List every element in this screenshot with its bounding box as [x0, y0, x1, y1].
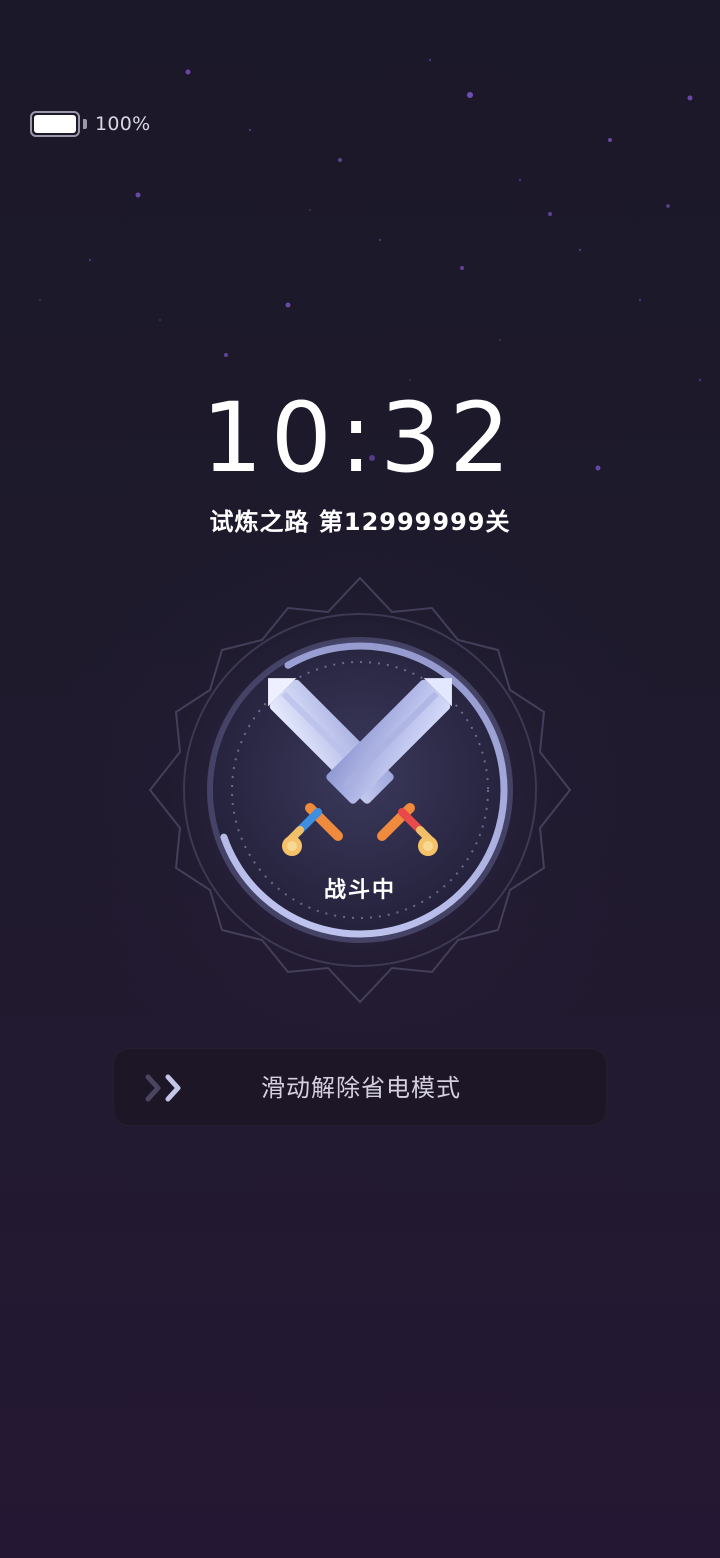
battle-emblem — [148, 576, 572, 1004]
battery-icon — [30, 111, 80, 137]
battery-indicator: 100% — [30, 111, 151, 137]
unlock-slider-label: 滑动解除省电模式 — [261, 1074, 461, 1102]
battle-status-label: 战斗中 — [323, 878, 396, 903]
battery-percent: 100% — [95, 113, 151, 135]
unlock-slider[interactable]: 滑动解除省电模式 — [113, 1048, 607, 1126]
battery-cap — [83, 119, 87, 129]
level-text: 试炼之路 第12999999关 — [209, 508, 511, 536]
clock-time: 10:32 — [201, 382, 519, 494]
lock-screen: 100% 10:32 试炼之路 第12999999关 战斗中 滑动解除省电模式 — [0, 0, 720, 1558]
battery-fill — [34, 115, 76, 133]
